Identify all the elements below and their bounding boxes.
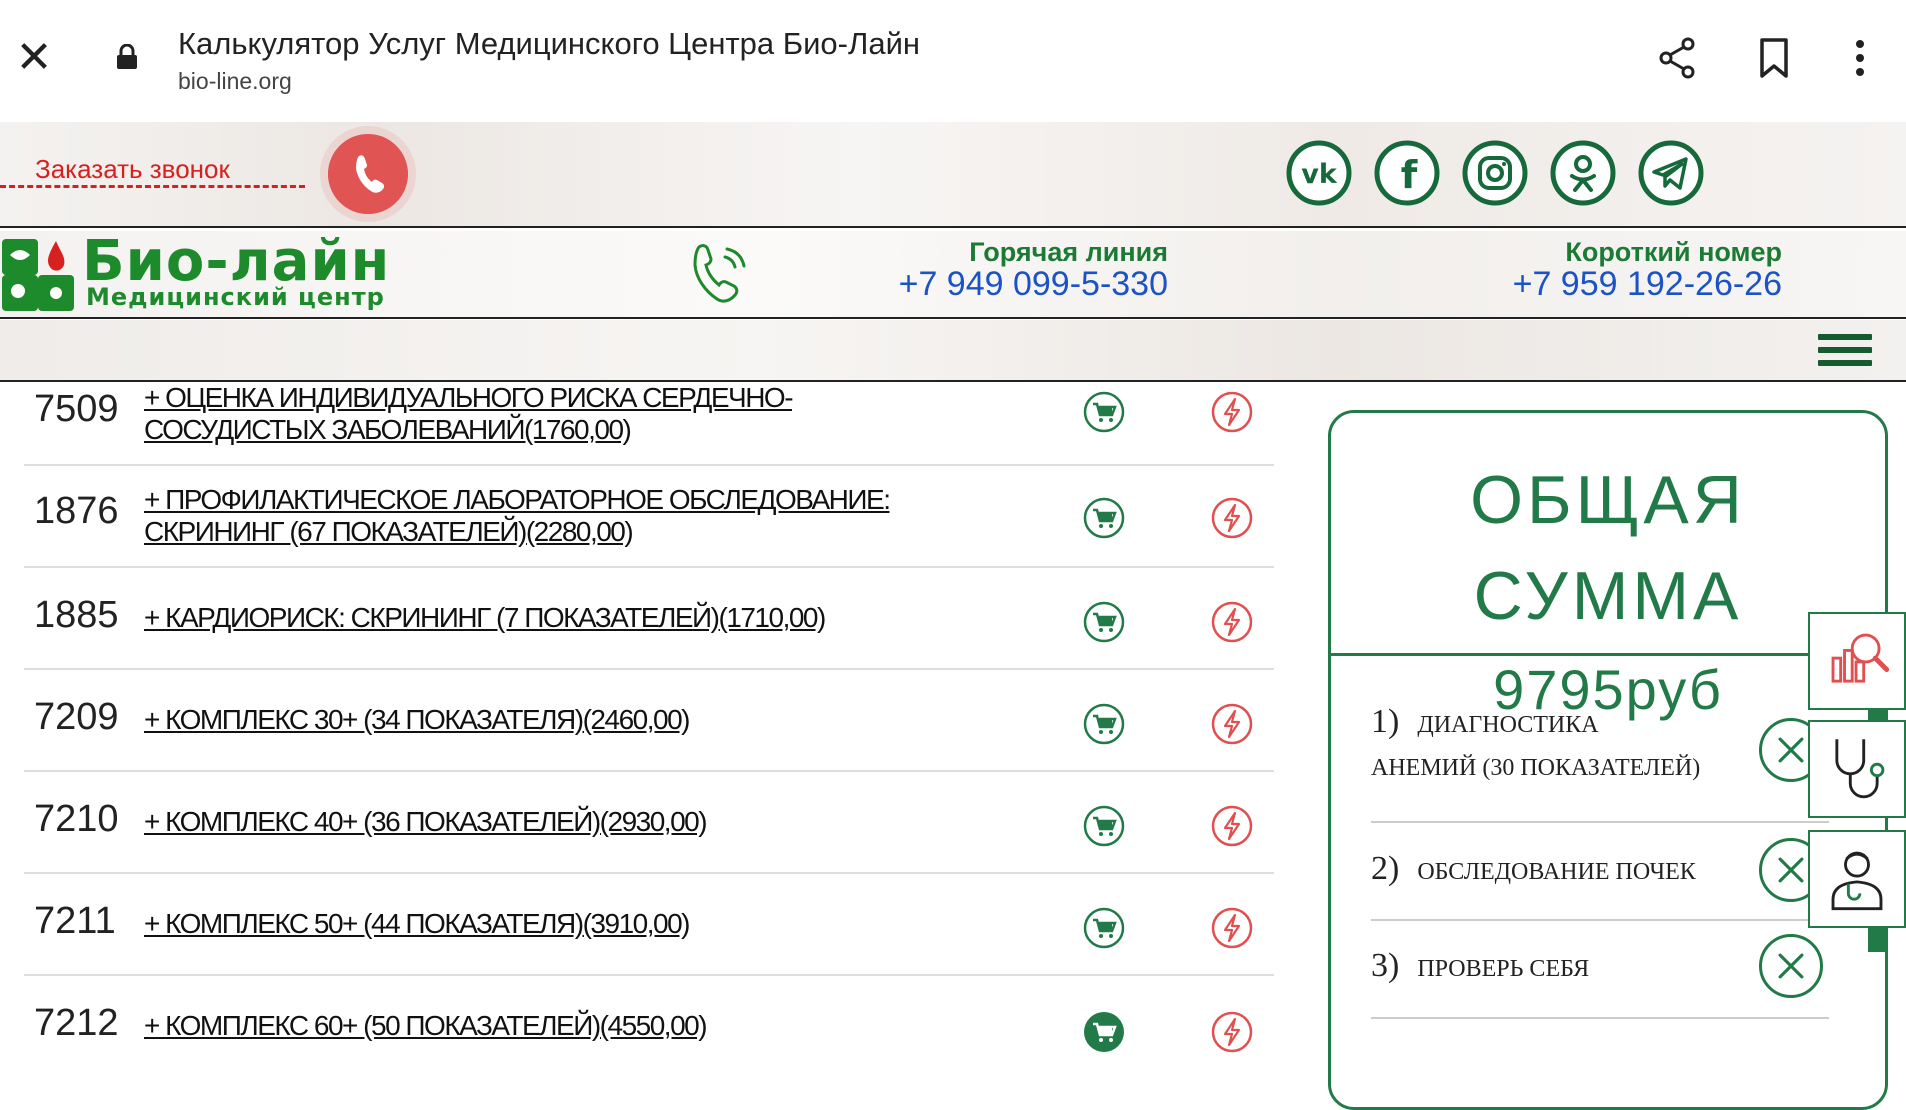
summary-item-divider xyxy=(1371,821,1829,823)
short-number-label: Короткий номер xyxy=(1565,237,1782,267)
service-row: 7211 + КОМПЛЕКС 50+ (44 ПОКАЗАТЕЛЯ)(3910… xyxy=(24,874,1274,976)
service-link[interactable]: + КОМПЛЕКС 60+ (50 ПОКАЗАТЕЛЕЙ)(4550,00) xyxy=(144,1010,994,1042)
service-row: 7210 + КОМПЛЕКС 40+ (36 ПОКАЗАТЕЛЕЙ)(293… xyxy=(24,772,1274,874)
facebook-icon[interactable]: f xyxy=(1374,140,1440,206)
summary-item-divider xyxy=(1371,1017,1829,1019)
more-vert-icon[interactable] xyxy=(1836,34,1884,82)
service-link[interactable]: + КОМПЛЕКС 40+ (36 ПОКАЗАТЕЛЕЙ)(2930,00) xyxy=(144,806,994,838)
svg-text:f: f xyxy=(1401,153,1418,197)
phone-call-button[interactable] xyxy=(328,134,408,214)
summary-title-line1: ОБЩАЯ xyxy=(1470,462,1746,538)
cart-icon-added[interactable] xyxy=(1082,1010,1126,1054)
page-title: Калькулятор Услуг Медицинского Центра Би… xyxy=(178,26,921,61)
hamburger-menu-icon[interactable] xyxy=(1818,334,1872,370)
instagram-icon[interactable] xyxy=(1462,140,1528,206)
service-link[interactable]: + ОЦЕНКА ИНДИВИДУАЛЬНОГО РИСКА СЕРДЕЧНО-… xyxy=(144,382,994,446)
remove-item-icon[interactable] xyxy=(1759,934,1823,998)
service-row: 7209 + КОМПЛЕКС 30+ (34 ПОКАЗАТЕЛЯ)(2460… xyxy=(24,670,1274,772)
lock-icon xyxy=(117,44,137,69)
cart-icon[interactable] xyxy=(1082,804,1126,848)
service-row: 1876 + ПРОФИЛАКТИЧЕСКОЕ ЛАБОРАТОРНОЕ ОБС… xyxy=(24,466,1274,568)
quick-order-icon[interactable] xyxy=(1210,804,1254,848)
page-url[interactable]: bio-line.org xyxy=(178,68,292,95)
logo-mark-icon xyxy=(2,239,74,311)
share-icon[interactable] xyxy=(1654,34,1702,82)
service-link[interactable]: + ПРОФИЛАКТИЧЕСКОЕ ЛАБОРАТОРНОЕ ОБСЛЕДОВ… xyxy=(144,484,994,548)
service-link[interactable]: + КОМПЛЕКС 50+ (44 ПОКАЗАТЕЛЯ)(3910,00) xyxy=(144,908,994,940)
quick-order-icon[interactable] xyxy=(1210,600,1254,644)
logo-subtitle: Медицинский центр xyxy=(86,283,385,311)
quick-order-icon[interactable] xyxy=(1210,390,1254,434)
summary-panel: ОБЩАЯ СУММА 9795руб 1) ДИАГНОСТИКА АНЕМИЙ… xyxy=(1328,410,1888,1110)
service-row: 1885 + КАРДИОРИСК: СКРИНИНГ (7 ПОКАЗАТЕЛ… xyxy=(24,568,1274,670)
side-strip xyxy=(1868,928,1888,952)
vk-icon[interactable]: vk xyxy=(1286,140,1352,206)
summary-title-line2: СУММА xyxy=(1473,558,1743,634)
phone-ringing-icon xyxy=(693,244,746,303)
summary-divider xyxy=(1331,653,1885,656)
site-nav-bar xyxy=(0,320,1906,382)
odnoklassniki-icon[interactable] xyxy=(1550,140,1616,206)
bookmark-icon[interactable] xyxy=(1750,34,1798,82)
cart-icon[interactable] xyxy=(1082,906,1126,950)
site-top-strip: Заказать звонок vk f xyxy=(0,122,1906,228)
stethoscope-icon[interactable] xyxy=(1808,720,1906,818)
service-code: 7509 xyxy=(34,388,119,430)
service-row: 7212 + КОМПЛЕКС 60+ (50 ПОКАЗАТЕЛЕЙ)(455… xyxy=(24,976,1274,1058)
summary-item-divider xyxy=(1371,919,1829,921)
service-code: 1885 xyxy=(34,594,119,636)
quick-order-icon[interactable] xyxy=(1210,906,1254,950)
svg-text:vk: vk xyxy=(1301,159,1338,190)
browser-app-bar: ✕ Калькулятор Услуг Медицинского Центра … xyxy=(0,0,1906,122)
short-number[interactable]: +7 959 192-26-26 xyxy=(1513,265,1782,304)
hotline-label: Горячая линия xyxy=(969,237,1168,267)
close-icon[interactable]: ✕ xyxy=(14,36,54,80)
summary-item-cont: АНЕМИЙ (30 ПОКАЗАТЕЛЕЙ) xyxy=(1371,755,1701,781)
service-code: 7212 xyxy=(34,1002,119,1044)
service-list: 7509 + ОЦЕНКА ИНДИВИДУАЛЬНОГО РИСКА СЕРД… xyxy=(24,382,1274,1058)
service-code: 7209 xyxy=(34,696,119,738)
service-code: 1876 xyxy=(34,490,119,532)
summary-item: 1) ДИАГНОСТИКА xyxy=(1371,703,1599,740)
lab-analysis-icon[interactable] xyxy=(1808,612,1906,710)
site-header: Био-лайн Медицинский центр Горячая линия… xyxy=(0,229,1906,317)
quick-order-icon[interactable] xyxy=(1210,1010,1254,1054)
summary-item: 2) ОБСЛЕДОВАНИЕ ПОЧЕК xyxy=(1371,850,1696,887)
service-link[interactable]: + КОМПЛЕКС 30+ (34 ПОКАЗАТЕЛЯ)(2460,00) xyxy=(144,704,994,736)
callback-underline xyxy=(0,185,305,188)
telegram-icon[interactable] xyxy=(1638,140,1704,206)
divider xyxy=(0,317,1906,319)
service-link[interactable]: + КАРДИОРИСК: СКРИНИНГ (7 ПОКАЗАТЕЛЕЙ)(1… xyxy=(144,602,994,634)
divider xyxy=(0,226,1906,228)
service-code: 7210 xyxy=(34,798,119,840)
quick-order-icon[interactable] xyxy=(1210,496,1254,540)
cart-icon[interactable] xyxy=(1082,496,1126,540)
doctor-icon[interactable] xyxy=(1808,830,1906,928)
service-row: 7509 + ОЦЕНКА ИНДИВИДУАЛЬНОГО РИСКА СЕРД… xyxy=(24,382,1274,466)
cart-icon[interactable] xyxy=(1082,600,1126,644)
callback-link[interactable]: Заказать звонок xyxy=(35,154,230,185)
quick-order-icon[interactable] xyxy=(1210,702,1254,746)
service-code: 7211 xyxy=(34,900,116,942)
summary-item: 3) ПРОВЕРЬ СЕБЯ xyxy=(1371,947,1590,984)
hotline-number[interactable]: +7 949 099-5-330 xyxy=(899,265,1168,304)
cart-icon[interactable] xyxy=(1082,702,1126,746)
cart-icon[interactable] xyxy=(1082,390,1126,434)
